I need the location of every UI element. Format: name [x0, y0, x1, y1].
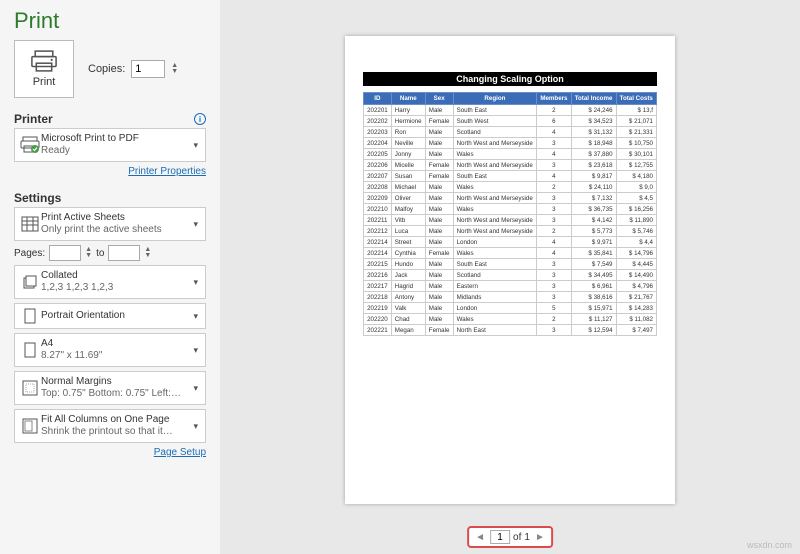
data-table: IDNameSexRegionMembersTotal IncomeTotal … [363, 92, 657, 336]
printer-dropdown[interactable]: Microsoft Print to PDF Ready ▾ [14, 128, 206, 162]
settings-heading: Settings [14, 191, 61, 205]
margins-dropdown[interactable]: Normal MarginsTop: 0.75" Bottom: 0.75" L… [14, 371, 206, 405]
table-row: 202216JackMaleScotland3$ 34,495$ 14,490 [364, 270, 657, 281]
paper-sub: 8.27" x 11.69" [41, 350, 190, 362]
chevron-down-icon: ▾ [190, 383, 201, 394]
table-row: 202211VitbMaleNorth West and Merseyside3… [364, 215, 657, 226]
page-title: Print [14, 8, 206, 34]
printer-properties-link[interactable]: Printer Properties [14, 166, 206, 177]
margins-sub: Top: 0.75" Bottom: 0.75" Left:… [41, 388, 190, 400]
scaling-dropdown[interactable]: Fit All Columns on One PageShrink the pr… [14, 409, 206, 443]
page-current-input[interactable] [490, 530, 510, 544]
print-what-dropdown[interactable]: Print Active SheetsOnly print the active… [14, 207, 206, 241]
page-setup-link[interactable]: Page Setup [14, 447, 206, 458]
preview-page: Changing Scaling Option IDNameSexRegionM… [345, 36, 675, 504]
printer-heading: Printer [14, 112, 53, 126]
printer-status: Ready [41, 145, 190, 157]
print-what-label: Print Active Sheets [41, 212, 190, 224]
copies-label: Copies: [88, 63, 125, 75]
printer-status-icon [19, 136, 41, 154]
table-row: 202206MicelleFemaleNorth West and Mersey… [364, 160, 657, 171]
print-button-label: Print [33, 76, 56, 88]
chevron-down-icon: ▾ [190, 219, 201, 230]
table-title: Changing Scaling Option [363, 72, 657, 86]
table-row: 202205JonnyMaleWales4$ 37,880$ 30,101 [364, 149, 657, 160]
chevron-down-icon: ▾ [190, 345, 201, 356]
copies-spinner[interactable]: ▲▼ [171, 63, 178, 75]
table-row: 202212LucaMaleNorth West and Merseyside2… [364, 226, 657, 237]
margins-label: Normal Margins [41, 376, 190, 388]
table-row: 202218AntonyMaleMidlands3$ 38,616$ 21,76… [364, 292, 657, 303]
info-icon[interactable]: i [194, 113, 206, 125]
table-row: 202201HarryMaleSouth East2$ 24,246$ 13,f [364, 105, 657, 116]
chevron-down-icon: ▾ [190, 311, 201, 322]
pages-to-input[interactable] [108, 245, 140, 261]
collate-sub: 1,2,3 1,2,3 1,2,3 [41, 282, 190, 294]
prev-page-arrow[interactable]: ◄ [473, 532, 487, 543]
orientation-dropdown[interactable]: Portrait Orientation ▾ [14, 303, 206, 329]
table-row: 202215HundoMaleSouth East3$ 7,549$ 4,445 [364, 259, 657, 270]
page-total: 1 [524, 532, 530, 543]
paper-label: A4 [41, 338, 190, 350]
table-row: 202221MeganFemaleNorth East3$ 12,594$ 7,… [364, 325, 657, 336]
table-row: 202219ValkMaleLondon5$ 15,971$ 14,283 [364, 303, 657, 314]
chevron-down-icon: ▾ [190, 421, 201, 432]
collate-icon [19, 275, 41, 289]
print-preview-area: Changing Scaling Option IDNameSexRegionM… [220, 0, 800, 554]
paper-icon [19, 342, 41, 358]
pages-to-spinner[interactable]: ▲▼ [144, 247, 151, 259]
table-row: 202208MichaelMaleWales2$ 24,110$ 9,0 [364, 182, 657, 193]
table-row: 202202HermioneFemaleSouth West6$ 34,523$… [364, 116, 657, 127]
scaling-sub: Shrink the printout so that it… [41, 426, 190, 438]
portrait-icon [19, 308, 41, 324]
pages-from-spinner[interactable]: ▲▼ [85, 247, 92, 259]
table-row: 202214StreetMaleLondon4$ 9,971$ 4,4 [364, 237, 657, 248]
scaling-icon [19, 418, 41, 434]
collate-dropdown[interactable]: Collated1,2,3 1,2,3 1,2,3 ▾ [14, 265, 206, 299]
table-row: 202217HagridMaleEastern3$ 6,961$ 4,796 [364, 281, 657, 292]
copies-input[interactable] [131, 60, 165, 78]
print-what-sub: Only print the active sheets [41, 224, 190, 236]
table-row: 202209OliverMaleNorth West and Merseysid… [364, 193, 657, 204]
table-row: 202220ChadMaleWales2$ 11,127$ 11,082 [364, 314, 657, 325]
paper-dropdown[interactable]: A48.27" x 11.69" ▾ [14, 333, 206, 367]
page-of-label: of [513, 532, 521, 543]
printer-icon [30, 50, 58, 72]
chevron-down-icon: ▾ [190, 140, 201, 151]
collate-label: Collated [41, 270, 190, 282]
chevron-down-icon: ▾ [190, 277, 201, 288]
table-row: 202207SusanFemaleSouth East4$ 9,817$ 4,1… [364, 171, 657, 182]
pages-to-label: to [96, 248, 104, 259]
pages-from-input[interactable] [49, 245, 81, 261]
table-row: 202214CynthiaFemaleWales4$ 35,841$ 14,79… [364, 248, 657, 259]
printer-name: Microsoft Print to PDF [41, 133, 190, 145]
next-page-arrow[interactable]: ► [533, 532, 547, 543]
margins-icon [19, 380, 41, 396]
page-navigator[interactable]: ◄ of 1 ► [467, 526, 553, 548]
table-row: 202210MalfoyMaleWales3$ 36,735$ 16,256 [364, 204, 657, 215]
table-row: 202204NevilleMaleNorth West and Merseysi… [364, 138, 657, 149]
orientation-label: Portrait Orientation [41, 310, 190, 322]
scaling-label: Fit All Columns on One Page [41, 414, 190, 426]
watermark: wsxdn.com [747, 540, 792, 550]
print-button[interactable]: Print [14, 40, 74, 98]
table-row: 202203RonMaleScotland4$ 31,132$ 21,331 [364, 127, 657, 138]
sheets-icon [19, 216, 41, 232]
pages-label: Pages: [14, 248, 45, 259]
